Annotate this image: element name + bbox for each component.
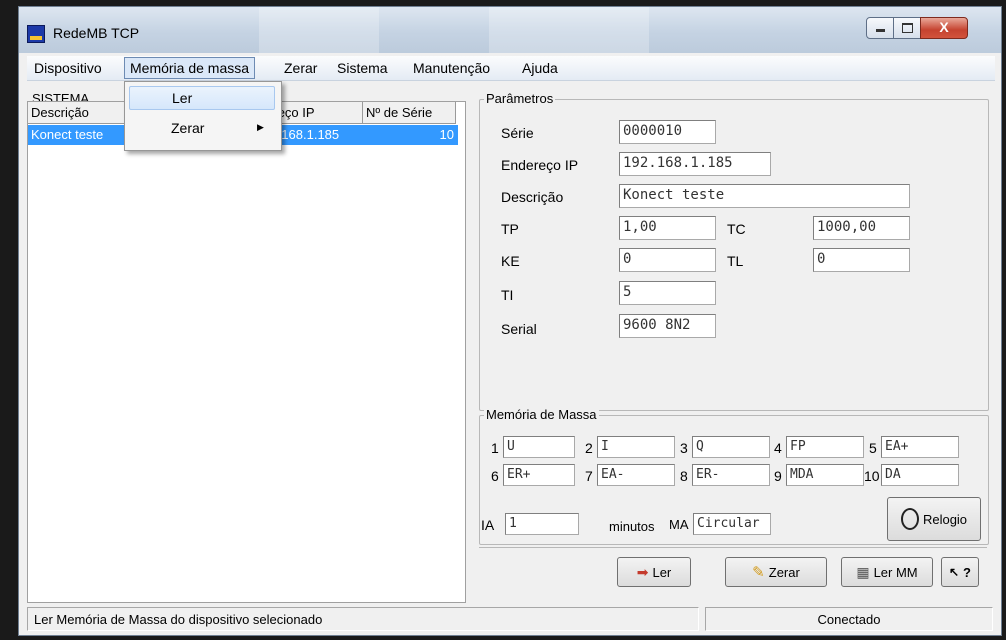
help-label: ? (963, 564, 971, 580)
eraser-icon: ✎ (752, 564, 765, 581)
ti-field[interactable]: 5 (619, 281, 716, 305)
zerar-label: Zerar (768, 564, 800, 580)
ke-label: KE (501, 253, 520, 269)
relogio-label: Relogio (922, 511, 968, 527)
ip-label: Endereço IP (501, 157, 579, 173)
slot-index: 3 (680, 440, 688, 456)
slot-field[interactable]: EA- (597, 464, 675, 486)
ler-button[interactable]: ➡ Ler (617, 557, 691, 587)
descricao-field[interactable]: Konect teste (619, 184, 910, 208)
tp-field[interactable]: 1,00 (619, 216, 716, 240)
relogio-button[interactable]: Relogio (887, 497, 981, 541)
dropdown-ler-label: Ler (172, 90, 193, 106)
dropdown-item-ler[interactable]: Ler (129, 86, 275, 110)
submenu-arrow-icon: ▶ (257, 122, 264, 132)
dropdown-item-zerar[interactable]: Zerar ▶ (129, 116, 275, 140)
menu-dispositivo[interactable]: Dispositivo (29, 59, 107, 77)
slot-field[interactable]: DA (881, 464, 959, 486)
slot-index: 5 (869, 440, 877, 456)
close-icon: X (939, 19, 949, 35)
slot-index: 6 (491, 468, 499, 484)
window-title: RedeMB TCP (53, 25, 140, 41)
maximize-icon (901, 23, 913, 33)
help-pointer-icon: ↖ (948, 565, 960, 579)
tl-field[interactable]: 0 (813, 248, 910, 272)
slot-index: 10 (864, 468, 880, 484)
ler-label: Ler (652, 564, 672, 580)
menu-zerar[interactable]: Zerar (279, 59, 322, 77)
help-button[interactable]: ↖ ? (941, 557, 979, 587)
slot-field[interactable]: I (597, 436, 675, 458)
descricao-label: Descrição (501, 189, 564, 205)
ke-field[interactable]: 0 (619, 248, 716, 272)
slot-index: 8 (680, 468, 688, 484)
ip-field[interactable]: 192.168.1.185 (619, 152, 771, 176)
serie-field[interactable]: 0000010 (619, 120, 716, 144)
read-arrow-icon: ➡ (636, 563, 649, 580)
dropdown-zerar-label: Zerar (171, 120, 205, 136)
serial-label: Serial (501, 321, 537, 337)
minimize-button[interactable] (866, 17, 894, 39)
title-bar-blur (489, 7, 649, 53)
slot-field[interactable]: U (503, 436, 575, 458)
ler-mm-button[interactable]: ▦ Ler MM (841, 557, 933, 587)
status-message: Ler Memória de Massa do dispositivo sele… (27, 607, 699, 631)
tl-label: TL (727, 253, 744, 269)
device-list[interactable]: Descrição Endereço IP Nº de Série Konect… (27, 101, 466, 603)
menu-bar: Dispositivo Memória de massa Zerar Siste… (27, 56, 995, 81)
serie-label: Série (501, 125, 534, 141)
tp-label: TP (501, 221, 519, 237)
connection-status: Conectado (705, 607, 993, 631)
menu-sistema[interactable]: Sistema (332, 59, 393, 77)
column-numero-serie[interactable]: Nº de Série (363, 102, 456, 124)
memoria-legend: Memória de Massa (484, 407, 599, 422)
minimize-icon (875, 29, 885, 32)
slot-index: 4 (774, 440, 782, 456)
close-button[interactable]: X (920, 17, 968, 39)
ia-label: IA (481, 517, 495, 533)
menu-ajuda[interactable]: Ajuda (517, 59, 563, 77)
ler-mm-label: Ler MM (873, 564, 918, 580)
app-icon (27, 25, 45, 43)
title-bar-blur (259, 7, 379, 53)
status-bar: Ler Memória de Massa do dispositivo sele… (19, 605, 1001, 635)
slot-field[interactable]: Q (692, 436, 770, 458)
menu-memoria-de-massa[interactable]: Memória de massa (124, 57, 256, 79)
slot-index: 7 (585, 468, 593, 484)
slot-index: 2 (585, 440, 593, 456)
ma-label: MA (669, 517, 689, 532)
title-bar: RedeMB TCP X (19, 7, 1001, 53)
row-descricao: Konect teste (31, 127, 104, 142)
tc-field[interactable]: 1000,00 (813, 216, 910, 240)
slot-field[interactable]: ER+ (503, 464, 575, 486)
serial-field[interactable]: 9600 8N2 (619, 314, 716, 338)
slot-field[interactable]: ER- (692, 464, 770, 486)
slot-field[interactable]: EA+ (881, 436, 959, 458)
zerar-button[interactable]: ✎ Zerar (725, 557, 827, 587)
ia-field[interactable]: 1 (505, 513, 579, 535)
slot-index: 1 (491, 440, 499, 456)
minutos-label: minutos (609, 519, 655, 534)
row-serie: 10 (439, 127, 454, 142)
tc-label: TC (727, 221, 746, 237)
memory-read-icon: ▦ (856, 563, 870, 580)
slot-index: 9 (774, 468, 782, 484)
ma-field[interactable]: Circular (693, 513, 771, 535)
app-window: RedeMB TCP X Dispositivo Memória de mass… (18, 6, 1002, 636)
memoria-dropdown: Ler Zerar ▶ (124, 81, 282, 151)
slot-field[interactable]: MDA (786, 464, 864, 486)
maximize-button[interactable] (893, 17, 921, 39)
separator (479, 547, 987, 548)
watch-icon (900, 508, 919, 530)
parametros-legend: Parâmetros (484, 91, 556, 106)
menu-manutencao[interactable]: Manutenção (408, 59, 495, 77)
slot-field[interactable]: FP (786, 436, 864, 458)
ti-label: TI (501, 287, 514, 303)
